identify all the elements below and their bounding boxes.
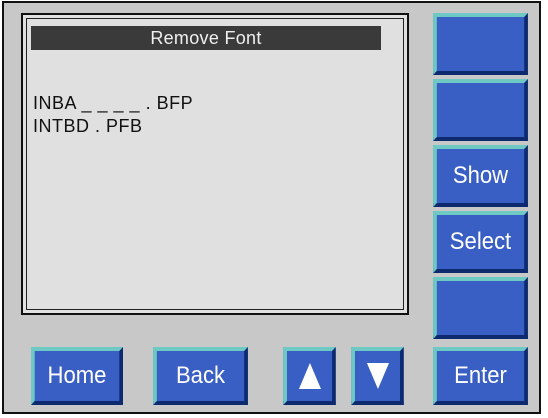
font-file-list: INBA _ _ _ _ . BFP INTBD . PFB — [33, 92, 193, 138]
home-button[interactable]: Home — [31, 347, 123, 405]
scroll-up-button[interactable] — [283, 347, 336, 405]
softkey-2-button[interactable] — [433, 79, 528, 141]
show-button[interactable]: Show — [433, 145, 528, 207]
softkey-5-button[interactable] — [433, 277, 528, 339]
arrow-up-icon — [298, 363, 321, 389]
arrow-down-icon — [366, 363, 389, 389]
device-panel: Remove Font INBA _ _ _ _ . BFP INTBD . P… — [2, 1, 541, 414]
softkey-1-button[interactable] — [433, 13, 528, 75]
display-screen: Remove Font INBA _ _ _ _ . BFP INTBD . P… — [21, 13, 409, 315]
select-button[interactable]: Select — [433, 211, 528, 273]
font-file-item[interactable]: INTBD . PFB — [33, 115, 193, 138]
font-file-item[interactable]: INBA _ _ _ _ . BFP — [33, 92, 193, 115]
screen-title: Remove Font — [31, 26, 381, 50]
enter-button[interactable]: Enter — [433, 347, 528, 405]
scroll-down-button[interactable] — [351, 347, 404, 405]
back-button[interactable]: Back — [153, 347, 248, 405]
